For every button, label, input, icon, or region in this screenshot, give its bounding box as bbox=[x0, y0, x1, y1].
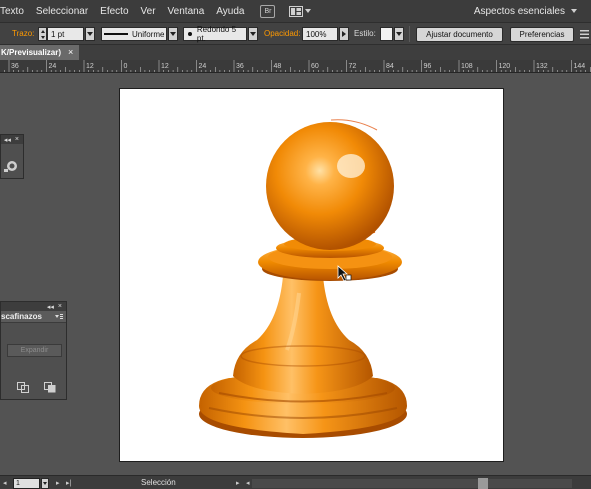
menu-ver[interactable]: Ver bbox=[135, 6, 162, 17]
control-bar: Trazo: 1 pt Uniforme Redondo 5 pt. Opaci… bbox=[0, 22, 591, 45]
arrange-documents-button[interactable] bbox=[289, 5, 312, 17]
menu-ventana[interactable]: Ventana bbox=[162, 6, 211, 17]
ruler-label: 84 bbox=[386, 63, 394, 70]
document-tab-bar: K/Previsualizar) × bbox=[0, 45, 591, 60]
current-tool-label: Selección bbox=[141, 478, 176, 487]
ruler-label: 72 bbox=[349, 63, 357, 70]
ruler-label: 36 bbox=[11, 63, 19, 70]
opacity-input[interactable]: 100% bbox=[302, 27, 338, 41]
ruler-label: 108 bbox=[461, 63, 473, 70]
menu-texto[interactable]: Texto bbox=[0, 6, 30, 17]
fit-document-button[interactable]: Ajustar documento bbox=[416, 27, 503, 42]
menu-ayuda[interactable]: Ayuda bbox=[210, 6, 250, 17]
ruler-label: 96 bbox=[424, 63, 432, 70]
collapsed-panel[interactable]: ◂◂ × bbox=[0, 134, 24, 179]
brush-dropdown[interactable] bbox=[248, 27, 258, 41]
ruler-label: 132 bbox=[536, 63, 548, 70]
document-tab-title: K/Previsualizar) bbox=[1, 48, 62, 57]
brush-label: Redondo 5 pt. bbox=[196, 25, 237, 43]
brush-dot-icon bbox=[188, 32, 192, 36]
stroke-line-icon bbox=[104, 33, 128, 35]
merge-icon[interactable] bbox=[44, 382, 56, 393]
workspace-switcher[interactable]: Aspectos esenciales bbox=[474, 0, 577, 22]
horizontal-scrollbar[interactable] bbox=[252, 479, 572, 488]
ruler-ticks: 36 24 12 0 12 24 36 48 60 72 84 96 108 120 132 144 bbox=[4, 60, 591, 72]
pawn-head bbox=[266, 119, 394, 250]
horizontal-ruler[interactable]: 36 24 12 0 12 24 36 48 60 72 84 96 108 120 132 144 bbox=[0, 60, 591, 73]
ruler-label: 144 bbox=[574, 63, 586, 70]
collapse-icon[interactable]: ◂◂ bbox=[47, 303, 54, 311]
ruler-label: 24 bbox=[49, 63, 57, 70]
bridge-button[interactable]: Br bbox=[260, 4, 276, 18]
artboard-number-field[interactable]: 1 bbox=[13, 478, 40, 489]
menu-efecto[interactable]: Efecto bbox=[94, 6, 134, 17]
expand-button[interactable]: Expandir bbox=[7, 344, 62, 357]
opacity-label[interactable]: Opacidad: bbox=[264, 29, 300, 43]
ruler-label: 12 bbox=[161, 63, 169, 70]
style-dropdown[interactable] bbox=[394, 27, 404, 41]
style-swatch[interactable] bbox=[380, 27, 393, 41]
status-menu-icon[interactable]: ▸ bbox=[236, 479, 240, 487]
pathfinder-tab[interactable]: scafinazos bbox=[1, 311, 66, 323]
close-icon[interactable]: × bbox=[15, 136, 19, 143]
panel-header: ◂◂ × bbox=[1, 302, 66, 311]
ruler-label: 36 bbox=[236, 63, 244, 70]
pathfinder-panel: ◂◂ × scafinazos Expandir bbox=[0, 301, 67, 400]
close-icon[interactable]: × bbox=[68, 47, 73, 57]
brush-select[interactable]: Redondo 5 pt. bbox=[183, 25, 247, 43]
layout-icon bbox=[289, 5, 304, 17]
stroke-weight-dropdown[interactable] bbox=[85, 27, 95, 41]
next-artboard-icon[interactable]: ▸ bbox=[56, 479, 60, 487]
panel-menu-icon[interactable] bbox=[55, 313, 63, 320]
last-artboard-icon[interactable]: ▸| bbox=[66, 479, 71, 487]
pathfinder-title: scafinazos bbox=[1, 312, 42, 321]
panel-header: ◂◂ × bbox=[1, 135, 23, 144]
stroke-label[interactable]: Trazo: bbox=[12, 29, 34, 43]
collapse-icon[interactable]: ◂◂ bbox=[4, 136, 11, 144]
stroke-weight-stepper[interactable] bbox=[38, 27, 47, 41]
artboard-dropdown[interactable] bbox=[41, 478, 49, 489]
status-bar: ◂ 1 ▸ ▸| Selección ▸ ◂ bbox=[0, 475, 591, 489]
first-artboard-icon[interactable]: ◂ bbox=[3, 479, 7, 487]
ruler-label: 12 bbox=[86, 63, 94, 70]
chevron-down-icon bbox=[571, 9, 577, 13]
pawn-body bbox=[233, 276, 373, 394]
menu-seleccionar[interactable]: Seleccionar bbox=[30, 6, 94, 17]
opacity-dropdown[interactable] bbox=[339, 27, 349, 41]
ruler-label: 48 bbox=[274, 63, 282, 70]
scrollbar-thumb[interactable] bbox=[478, 478, 488, 489]
stroke-profile-select[interactable]: Uniforme bbox=[101, 27, 167, 41]
ruler-label: 60 bbox=[311, 63, 319, 70]
ruler-label: 0 bbox=[124, 63, 128, 70]
scroll-left-icon[interactable]: ◂ bbox=[246, 479, 250, 487]
stroke-weight-input[interactable]: 1 pt bbox=[47, 27, 84, 41]
preferences-button[interactable]: Preferencias bbox=[510, 27, 574, 42]
chess-pawn-artwork[interactable] bbox=[119, 88, 504, 462]
shape-modes-icon[interactable] bbox=[3, 159, 19, 173]
stroke-profile-label: Uniforme bbox=[132, 29, 165, 39]
ruler-label: 24 bbox=[199, 63, 207, 70]
stroke-profile-dropdown[interactable] bbox=[168, 27, 178, 41]
menu-icon[interactable] bbox=[580, 29, 591, 39]
close-icon[interactable]: × bbox=[58, 303, 62, 310]
chevron-down-icon bbox=[305, 9, 312, 13]
divide-icon[interactable] bbox=[17, 382, 29, 393]
ruler-label: 120 bbox=[499, 63, 511, 70]
menu-bar: Texto Seleccionar Efecto Ver Ventana Ayu… bbox=[0, 0, 591, 22]
workspace-label: Aspectos esenciales bbox=[473, 5, 565, 17]
style-label: Estilo: bbox=[354, 29, 376, 38]
